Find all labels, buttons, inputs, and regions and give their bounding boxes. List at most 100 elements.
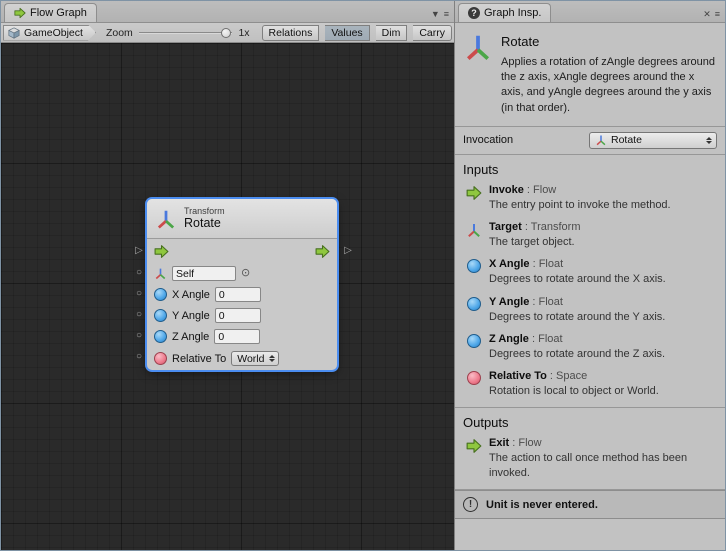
node-self-row: ⊙ — [147, 263, 337, 284]
port-type: : Float — [530, 258, 564, 270]
z-angle-field[interactable] — [214, 329, 260, 344]
node-type-label: Transform — [184, 206, 225, 216]
tab-graph-inspector-label: Graph Insp. — [484, 7, 541, 19]
z-angle-port[interactable]: ○ — [133, 330, 145, 342]
invoke-flow-arrow-icon[interactable] — [154, 244, 169, 259]
target-transform-icon — [154, 267, 167, 280]
rotate-node-titles: Transform Rotate — [184, 206, 225, 231]
flow-graph-tabbar: Flow Graph ▼ ≡ — [1, 1, 454, 23]
inspector-input-target: Target : Transform The target object. — [455, 221, 725, 258]
outputs-section-header: Outputs — [455, 408, 725, 437]
relations-button[interactable]: Relations — [262, 25, 320, 41]
y-angle-field[interactable] — [215, 308, 261, 323]
zoom-slider[interactable] — [139, 26, 233, 40]
flow-graph-toolbar: GameObject Zoom 1x Relations Values Dim … — [1, 23, 454, 43]
x-angle-label: X Angle — [172, 289, 210, 301]
port-name: Exit — [489, 437, 509, 449]
zoom-label: Zoom — [106, 27, 133, 39]
rotate-node[interactable]: Transform Rotate ⊙ — [147, 199, 337, 370]
self-field[interactable] — [172, 266, 236, 281]
invocation-dropdown[interactable]: Rotate — [589, 132, 717, 149]
port-type: : Float — [529, 296, 563, 308]
zoom-value: 1x — [238, 27, 249, 39]
self-port[interactable]: ○ — [133, 267, 145, 279]
graph-inspector-icon: ? — [468, 7, 480, 19]
relative-to-port[interactable]: ○ — [133, 351, 145, 363]
port-info: X Angle : Float Degrees to rotate around… — [489, 258, 666, 286]
y-angle-label: Y Angle — [172, 310, 210, 322]
graph-inspector-panel: ? Graph Insp. ✕ ≡ Rotate Applies a rotat… — [455, 1, 725, 550]
port-type: : Space — [547, 370, 587, 382]
carry-button[interactable]: Carry — [413, 25, 452, 41]
values-button[interactable]: Values — [325, 25, 369, 41]
space-port-icon[interactable] — [154, 352, 167, 365]
z-angle-label: Z Angle — [172, 331, 209, 343]
port-description: The action to call once method has been … — [489, 451, 717, 480]
float-port-icon — [465, 258, 482, 286]
rotate-node-header[interactable]: Transform Rotate — [147, 199, 337, 239]
dropdown-arrows-icon — [706, 137, 712, 144]
x-angle-field[interactable] — [215, 287, 261, 302]
float-port-icon[interactable] — [154, 330, 167, 343]
tab-graph-inspector[interactable]: ? Graph Insp. — [458, 3, 551, 22]
flow-in-port[interactable]: ▷ — [133, 245, 145, 257]
inspector-header-text: Rotate Applies a rotation of zAngle degr… — [501, 32, 717, 116]
inspector-input-x-angle: X Angle : Float Degrees to rotate around… — [455, 258, 725, 295]
float-port-icon[interactable] — [154, 309, 167, 322]
x-angle-port[interactable]: ○ — [133, 288, 145, 300]
node-flow-row — [147, 239, 337, 263]
transform-axes-icon — [465, 221, 482, 249]
port-info: Target : Transform The target object. — [489, 221, 581, 249]
breadcrumb-gameobject[interactable]: GameObject — [3, 25, 96, 41]
space-port-icon — [465, 370, 482, 398]
rotate-node-wrap: ▷ ○ ○ ○ ○ ○ ▷ Transform Rotate — [131, 199, 357, 375]
port-info: Y Angle : Float Degrees to rotate around… — [489, 296, 665, 324]
port-info: Invoke : Flow The entry point to invoke … — [489, 184, 671, 212]
inspector-description: Applies a rotation of zAngle degrees aro… — [501, 55, 717, 116]
port-type: : Flow — [509, 437, 541, 449]
dropdown-arrows-icon — [269, 355, 275, 362]
port-description: Rotation is local to object or World. — [489, 384, 659, 398]
transform-axes-icon — [155, 208, 177, 230]
inspector-empty-area — [455, 519, 725, 550]
invocation-label: Invocation — [463, 134, 513, 146]
port-name: X Angle — [489, 258, 530, 270]
inspector-tab-controls: ✕ ≡ — [703, 9, 725, 22]
node-x-angle-row: X Angle — [147, 284, 337, 305]
float-port-icon[interactable] — [154, 288, 167, 301]
port-type: : Flow — [524, 184, 556, 196]
float-port-icon — [465, 333, 482, 361]
object-picker-icon[interactable]: ⊙ — [241, 268, 250, 279]
port-type: : Float — [529, 333, 563, 345]
inspector-input-z-angle: Z Angle : Float Degrees to rotate around… — [455, 333, 725, 370]
menu-icon[interactable]: ≡ — [715, 9, 720, 19]
tab-flow-graph[interactable]: Flow Graph — [4, 3, 97, 22]
port-description: Degrees to rotate around the Y axis. — [489, 310, 665, 324]
relative-to-value: World — [237, 353, 264, 365]
zoom-slider-knob[interactable] — [221, 28, 231, 38]
port-info: Relative To : Space Rotation is local to… — [489, 370, 659, 398]
relative-to-dropdown[interactable]: World — [231, 351, 279, 366]
port-info: Z Angle : Float Degrees to rotate around… — [489, 333, 665, 361]
flow-arrow-icon — [465, 437, 482, 480]
close-icon[interactable]: ✕ — [703, 9, 711, 19]
port-info: Exit : Flow The action to call once meth… — [489, 437, 717, 480]
menu-icon[interactable]: ≡ — [444, 9, 449, 19]
unity-editor-window: Flow Graph ▼ ≡ GameObject Zoom 1x Relati… — [0, 0, 726, 551]
flow-out-port[interactable]: ▷ — [342, 245, 354, 257]
exit-flow-arrow-icon[interactable] — [315, 244, 330, 259]
port-type: : Transform — [522, 221, 581, 233]
port-name: Invoke — [489, 184, 524, 196]
inspector-input-relative-to: Relative To : Space Rotation is local to… — [455, 370, 725, 407]
inspector-title: Rotate — [501, 34, 717, 49]
port-name: Y Angle — [489, 296, 529, 308]
gameobject-cube-icon — [8, 27, 20, 39]
chevron-down-icon[interactable]: ▼ — [431, 9, 440, 19]
float-port-icon — [465, 296, 482, 324]
graph-canvas[interactable]: ▷ ○ ○ ○ ○ ○ ▷ Transform Rotate — [1, 43, 454, 550]
node-z-angle-row: Z Angle — [147, 326, 337, 347]
dim-button[interactable]: Dim — [376, 25, 408, 41]
y-angle-port[interactable]: ○ — [133, 309, 145, 321]
breadcrumb-label: GameObject — [24, 27, 83, 39]
zoom-slider-track — [139, 32, 233, 34]
